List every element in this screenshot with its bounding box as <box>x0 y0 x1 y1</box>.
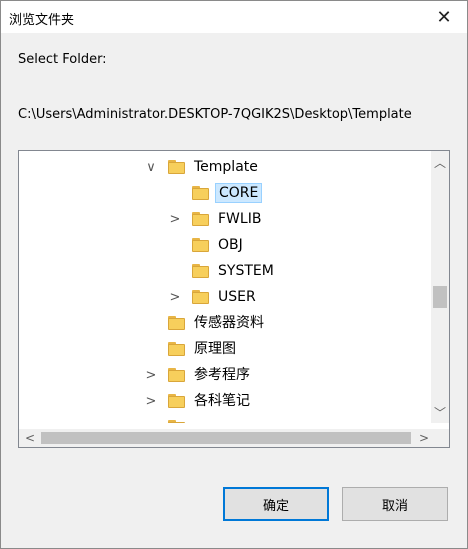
browse-folder-dialog: 浏览文件夹 ✕ Select Folder: C:\Users\Administ… <box>0 0 468 549</box>
chevron-right-icon[interactable]: > <box>144 388 158 414</box>
chevron-right-icon[interactable]: > <box>144 362 158 388</box>
folder-icon <box>168 160 185 174</box>
folder-tree[interactable]: ∨ Template CORE > FWLIB OBJ SYSTEM > USE… <box>18 150 450 448</box>
tree-item-partial[interactable]: > <box>144 414 197 423</box>
vertical-scroll-thumb[interactable] <box>433 286 447 309</box>
tree-item-label: Template <box>194 159 258 175</box>
folder-icon <box>192 238 209 252</box>
tree-item-label: 传感器资料 <box>194 315 264 331</box>
scroll-up-icon[interactable]: ︿ <box>431 153 449 171</box>
cancel-button[interactable]: 取消 <box>342 487 448 521</box>
window-title: 浏览文件夹 <box>9 13 75 28</box>
tree-item[interactable]: 传感器资料 <box>144 310 267 336</box>
chevron-right-icon[interactable]: > <box>168 284 182 310</box>
chevron-right-icon[interactable]: > <box>144 414 158 424</box>
folder-icon <box>192 290 209 304</box>
select-folder-label: Select Folder: <box>18 52 107 67</box>
folder-tree-view[interactable]: ∨ Template CORE > FWLIB OBJ SYSTEM > USE… <box>19 151 425 423</box>
tree-item[interactable]: OBJ <box>168 232 246 258</box>
tree-item[interactable]: > 参考程序 <box>144 362 253 388</box>
folder-icon <box>168 316 185 330</box>
tree-item-label: 各科笔记 <box>194 393 250 409</box>
chevron-right-icon[interactable]: > <box>168 206 182 232</box>
folder-icon <box>168 394 185 408</box>
tree-item[interactable]: ∨ Template <box>144 154 261 180</box>
horizontal-scrollbar[interactable]: < > <box>19 429 433 447</box>
folder-icon <box>192 212 209 226</box>
folder-icon <box>192 186 209 200</box>
tree-item[interactable]: > 各科笔记 <box>144 388 253 414</box>
tree-item-selected[interactable]: CORE <box>168 180 263 206</box>
tree-item[interactable]: > USER <box>168 284 259 310</box>
horizontal-scroll-thumb[interactable] <box>41 432 411 444</box>
selected-path: C:\Users\Administrator.DESKTOP-7QGIK2S\D… <box>18 107 412 122</box>
folder-icon <box>168 342 185 356</box>
scrollbar-corner <box>431 429 449 447</box>
tree-item[interactable]: 原理图 <box>144 336 239 362</box>
vertical-scrollbar[interactable]: ︿ ﹀ <box>431 151 449 423</box>
ok-button[interactable]: 确定 <box>223 487 329 521</box>
folder-icon <box>192 264 209 278</box>
close-icon[interactable]: ✕ <box>421 1 467 33</box>
tree-item[interactable]: SYSTEM <box>168 258 277 284</box>
tree-item-label: USER <box>218 289 256 305</box>
scroll-left-icon[interactable]: < <box>21 429 39 447</box>
scroll-down-icon[interactable]: ﹀ <box>431 403 449 421</box>
tree-item-label: CORE <box>215 183 263 203</box>
tree-item-label: 原理图 <box>194 341 236 357</box>
tree-item-label: FWLIB <box>218 211 262 227</box>
title-bar: 浏览文件夹 ✕ <box>1 1 467 33</box>
tree-item[interactable]: > FWLIB <box>168 206 264 232</box>
tree-item-label: SYSTEM <box>218 263 274 279</box>
folder-icon <box>168 368 185 382</box>
chevron-down-icon[interactable]: ∨ <box>144 154 158 180</box>
tree-item-label: 参考程序 <box>194 367 250 383</box>
tree-item-label: OBJ <box>218 237 243 253</box>
folder-icon <box>168 420 185 423</box>
